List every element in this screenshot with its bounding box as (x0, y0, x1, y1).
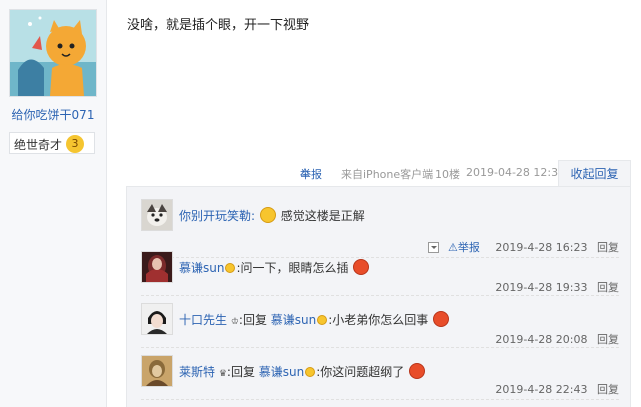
floor-number: 10楼 (435, 168, 460, 181)
reply-avatar[interactable] (141, 251, 173, 283)
collapse-replies-button[interactable]: 收起回复 (558, 160, 631, 187)
warning-icon: ⚠ (448, 241, 458, 254)
reply-time: 2019-4-28 22:43 (495, 383, 588, 396)
reply-panel: 你别开玩笑勒: 感觉这楼是正解 ⚠举报 2019-4-28 16:23 回复 慕… (126, 186, 631, 407)
mention-link[interactable]: 慕谦sun (259, 365, 304, 379)
member-icon: ♔ (230, 317, 239, 327)
report-link[interactable]: ⚠举报 (448, 241, 492, 254)
reply-footer: ⚠举报 2019-4-28 16:23 回复 (427, 239, 619, 255)
dropdown-menu-icon[interactable] (427, 242, 439, 253)
reply-button[interactable]: 回复 (597, 333, 619, 346)
reply-text-line: 慕谦sun :问一下，眼睛怎么插 (179, 259, 370, 276)
reply-footer: 2019-4-28 20:08 回复 (495, 331, 619, 347)
emoji-icon (433, 311, 450, 327)
reply-button[interactable]: 回复 (597, 281, 619, 294)
reply-content: :你这问题超纲了 (316, 365, 405, 379)
level-icon: 3 (66, 135, 84, 153)
reply-content: :小老弟你怎么回事 (328, 313, 429, 327)
reply-button[interactable]: 回复 (597, 241, 619, 254)
username-link[interactable]: 给你吃饼干071 (0, 106, 106, 123)
divider (141, 347, 619, 348)
avatar-image (10, 10, 96, 96)
reply-prefix: :回复 (238, 313, 267, 327)
reply-prefix: :回复 (226, 365, 255, 379)
member-icon: ♛ (218, 369, 227, 379)
user-sidebar: 给你吃饼干071 绝世奇才 3 (0, 0, 107, 407)
reply-avatar[interactable] (141, 199, 173, 231)
member-emoji-icon (225, 263, 236, 273)
divider (141, 295, 619, 296)
divider (141, 257, 619, 258)
emoji-icon (259, 207, 276, 223)
user-level-badge[interactable]: 绝世奇才 3 (9, 132, 95, 154)
reply-time: 2019-4-28 19:33 (495, 281, 588, 294)
client-source: 来自iPhone客户端 (341, 168, 434, 181)
reply-author[interactable]: 十口先生 (179, 313, 227, 327)
reply-content: :问一下，眼睛怎么插 (236, 261, 349, 275)
reply-time: 2019-4-28 20:08 (495, 333, 588, 346)
reply-footer: 2019-4-28 22:43 回复 (495, 381, 619, 397)
mention-link[interactable]: 慕谦sun (271, 313, 316, 327)
reply-avatar[interactable] (141, 355, 173, 387)
reply-button[interactable]: 回复 (597, 383, 619, 396)
emoji-icon (409, 363, 426, 379)
reply-author[interactable]: 你别开玩笑勒: (179, 209, 255, 223)
reply-time: 2019-4-28 16:23 (495, 241, 588, 254)
reply-avatar[interactable] (141, 303, 173, 335)
reply-text-line: 你别开玩笑勒: 感觉这楼是正解 (179, 207, 365, 224)
reply-author[interactable]: 慕谦sun (179, 261, 224, 275)
post-datetime: 2019-04-28 12:35 (466, 166, 566, 179)
reply-text-line: 莱斯特 ♛:回复 慕谦sun :你这问题超纲了 (179, 363, 426, 380)
avatar[interactable] (9, 9, 97, 97)
post-content: 没啥，就是插个眼，开一下视野 (127, 18, 310, 33)
reply-footer: 2019-4-28 19:33 回复 (495, 279, 619, 295)
reply-content: 感觉这楼是正解 (280, 209, 365, 223)
badge-label: 绝世奇才 (14, 138, 63, 152)
member-emoji-icon (305, 367, 316, 377)
emoji-icon (353, 259, 370, 275)
divider (141, 399, 619, 400)
reply-author[interactable]: 莱斯特 (179, 365, 215, 379)
reply-text-line: 十口先生 ♔:回复 慕谦sun :小老弟你怎么回事 (179, 311, 450, 328)
member-emoji-icon (317, 315, 328, 325)
